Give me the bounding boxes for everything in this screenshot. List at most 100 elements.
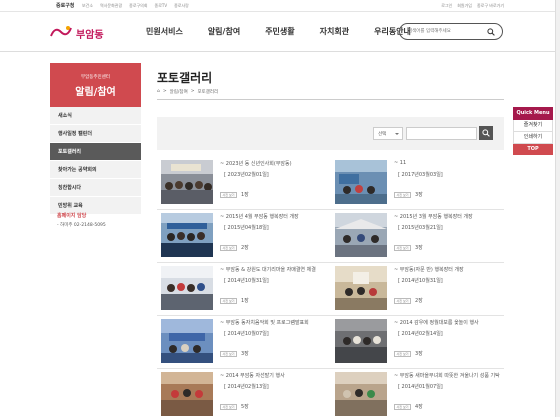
family-link[interactable]: 종로TV	[155, 3, 168, 9]
gallery-item-date: [ 2015년03월21일]	[398, 225, 443, 231]
photo-count: 1장	[241, 192, 249, 198]
gallery-item[interactable]: ~ 2014 부암동 자선발기 행사 [ 2014년02월13일] 사진 보기 …	[157, 372, 327, 417]
logo-mark-icon	[50, 26, 72, 37]
breadcrumb: ⌂ > 알림/참여 > 포토갤러리	[157, 89, 218, 95]
sidebar-item-label: 행사일정 캘린더	[58, 131, 92, 137]
photo-count: 2장	[415, 298, 423, 304]
window-scrollbar[interactable]	[555, 0, 560, 417]
gallery-item[interactable]: ~ 2015년 4월 부암동 행복장터 개장 [ 2015년04월18일] 사진…	[157, 213, 327, 266]
view-photo-badge[interactable]: 사진 보기	[394, 298, 411, 304]
gallery-thumbnail[interactable]	[335, 372, 387, 416]
quick-menu: Quick Menu 즐겨찾기 인쇄하기 TOP	[513, 107, 553, 155]
gallery-thumbnail[interactable]	[161, 372, 213, 416]
gallery-item[interactable]: ~ 2014 감우에 정월대보름 윷놀이 행사 [ 2014년02월14일] 사…	[331, 319, 501, 372]
sidebar-item-praise[interactable]: 칭찬합시다	[50, 179, 141, 197]
quick-menu-bookmark[interactable]: 즐겨찾기	[513, 120, 553, 132]
gallery-search-button[interactable]	[479, 126, 493, 140]
header-search	[399, 23, 503, 40]
breadcrumb-home-icon[interactable]: ⌂	[157, 89, 160, 95]
gallery-thumbnail[interactable]	[161, 319, 213, 363]
gallery-search-input[interactable]	[406, 127, 477, 140]
sidebar-item-label: 찾아가는 공약회의	[58, 167, 97, 173]
sidebar-item-photo-gallery[interactable]: 포토갤러리	[50, 143, 141, 161]
sidebar-item-calendar[interactable]: 행사일정 캘린더	[50, 125, 141, 143]
photo-count: 3장	[415, 192, 423, 198]
view-photo-badge[interactable]: 사진 보기	[394, 245, 411, 251]
family-link[interactable]: 보건소	[82, 3, 93, 9]
gallery-item-title[interactable]: ~ 부암동 동자치음악회 및 프로그램발표회	[220, 319, 309, 326]
logo-text: 부암동	[76, 30, 104, 41]
family-link[interactable]: 역사문화관광	[100, 3, 122, 9]
search-icon[interactable]	[487, 28, 495, 36]
breadcrumb-separator: >	[190, 89, 195, 94]
gallery-item[interactable]: ~ 2023년 동 신년인사회(부암동) [ 2023년02월01일] 사진 보…	[157, 160, 327, 213]
gallery-item[interactable]: ~ 부암동 & 강원도 대기리마을 자매결연 체결 [ 2014년10월31일]…	[157, 266, 327, 319]
gallery-thumbnail[interactable]	[335, 266, 387, 310]
view-photo-badge[interactable]: 사진 보기	[220, 298, 237, 304]
gallery-item-title[interactable]: ~ 부암동 새마을부녀회 따뜻한 겨울나기 성품 기탁	[394, 372, 500, 379]
photo-count: 3장	[415, 351, 423, 357]
chevron-down-icon	[395, 133, 399, 135]
page-title: 포토갤러리	[157, 71, 213, 85]
sidebar-item-meeting[interactable]: 찾아가는 공약회의	[50, 161, 141, 179]
gallery-item-date: [ 2014년10월31일]	[398, 278, 443, 284]
family-link[interactable]: 종로구의회	[129, 3, 147, 9]
gallery-item[interactable]: ~ 2015년 3월 부암동 행복장터 개장 [ 2015년03월21일] 사진…	[331, 213, 501, 266]
join-link[interactable]: 회원가입	[457, 3, 472, 9]
gallery-item[interactable]: ~ 부암동(자문 반) 행복장터 개장 [ 2014년10월31일] 사진 보기…	[331, 266, 501, 319]
search-input[interactable]	[408, 27, 486, 36]
photo-count: 2장	[241, 245, 249, 251]
view-photo-badge[interactable]: 사진 보기	[220, 404, 237, 410]
search-field-select[interactable]: 선택	[373, 127, 403, 140]
home-link[interactable]: 중로구청	[56, 2, 74, 9]
gallery-thumbnail[interactable]	[335, 319, 387, 363]
view-photo-badge[interactable]: 사진 보기	[220, 192, 237, 198]
gallery-item-title[interactable]: ~ 부암동(자문 반) 행복장터 개장	[394, 266, 464, 273]
gallery-item-title[interactable]: ~ 2015년 4월 부암동 행복장터 개장	[220, 213, 299, 220]
gallery-item[interactable]: ~ 부암동 새마을부녀회 따뜻한 겨울나기 성품 기탁 [ 2014년01월07…	[331, 372, 501, 417]
sidebar-item-news[interactable]: 새소식	[50, 107, 141, 125]
site-logo[interactable]: 부암동	[49, 22, 109, 42]
search-icon	[482, 129, 490, 137]
breadcrumb-current: 포토갤러리	[197, 90, 219, 95]
gallery-item[interactable]: ~ 부암동 동자치음악회 및 프로그램발표회 [ 2014년10월07일] 사진…	[157, 319, 327, 372]
gallery-item-title[interactable]: ~ 2023년 동 신년인사회(부암동)	[220, 160, 292, 167]
contact-phone: - 하미주 02-2148-5095	[57, 223, 106, 228]
contact-title: 홈페이지 담당	[57, 213, 87, 219]
gallery-thumbnail[interactable]	[161, 213, 213, 257]
view-photo-badge[interactable]: 사진 보기	[394, 192, 411, 198]
breadcrumb-item[interactable]: 알림/참여	[170, 89, 188, 95]
nav-item[interactable]: 알림/참여	[208, 26, 240, 37]
sidebar-item-label: 포토갤러리	[58, 149, 82, 155]
gallery-item-title[interactable]: ~ 부암동 & 강원도 대기리마을 자매결연 체결	[220, 266, 316, 273]
gallery-item[interactable]: ~ 11 [ 2017년03월03일] 사진 보기 3장	[331, 160, 501, 213]
view-photo-badge[interactable]: 사진 보기	[394, 351, 411, 357]
gallery-item-title[interactable]: ~ 2015년 3월 부암동 행복장터 개장	[394, 213, 473, 220]
gallery-item-title[interactable]: ~ 2014 감우에 정월대보름 윷놀이 행사	[394, 319, 479, 326]
view-photo-badge[interactable]: 사진 보기	[220, 245, 237, 251]
breadcrumb-separator: >	[162, 89, 167, 94]
select-value: 선택	[378, 132, 387, 137]
nav-item[interactable]: 주민생활	[265, 26, 294, 37]
view-photo-badge[interactable]: 사진 보기	[220, 351, 237, 357]
sidebar-menu: 새소식 행사일정 캘린더 포토갤러리 찾아가는 공약회의 칭찬합시다 민방위 교…	[50, 107, 141, 215]
gallery-item-date: [ 2017년03월03일]	[398, 172, 443, 178]
gallery-thumbnail[interactable]	[161, 266, 213, 310]
gallery-thumbnail[interactable]	[335, 213, 387, 257]
login-link[interactable]: 로그인	[441, 3, 452, 9]
main-navigation: 민원서비스 알림/참여 주민생활 자치회관 우리동안내	[146, 26, 436, 37]
quick-menu-print[interactable]: 인쇄하기	[513, 132, 553, 144]
scroll-top-button[interactable]: TOP	[513, 144, 553, 155]
gallery-item-title[interactable]: ~ 2014 부암동 자선발기 행사	[220, 372, 285, 379]
gallery-thumbnail[interactable]	[335, 160, 387, 204]
gallery-item-title[interactable]: ~ 11	[394, 160, 406, 166]
view-photo-badge[interactable]: 사진 보기	[394, 404, 411, 410]
family-link[interactable]: 종로사랑	[174, 3, 189, 9]
sidebar-contact: 홈페이지 담당 - 하미주 02-2148-5095	[57, 212, 106, 228]
gallery-thumbnail[interactable]	[161, 160, 213, 204]
title-divider	[157, 99, 504, 100]
nav-item[interactable]: 민원서비스	[146, 26, 183, 37]
shortcut-link[interactable]: 종로구 바로가기	[477, 3, 504, 9]
nav-item[interactable]: 자치회관	[320, 26, 349, 37]
gallery-search-bar: 선택	[157, 117, 504, 150]
